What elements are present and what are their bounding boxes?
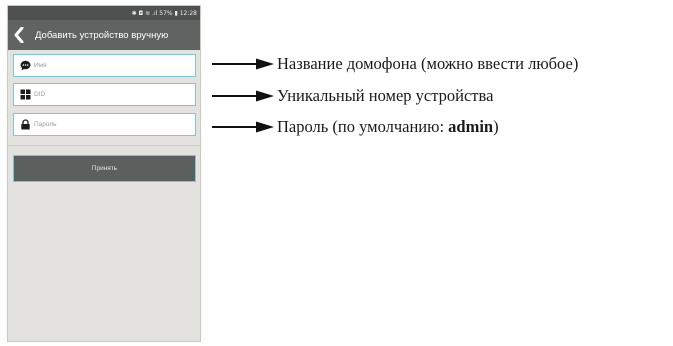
chat-bubble-icon (20, 60, 31, 71)
arrow-right-icon (212, 58, 274, 70)
annotation-did: Уникальный номер устройства (212, 86, 493, 106)
did-field[interactable] (13, 83, 196, 106)
annotation-did-text: Уникальный номер устройства (277, 86, 494, 105)
default-password-value: admin (448, 117, 494, 136)
annotation-password-suffix: ) (493, 117, 499, 136)
chevron-left-icon[interactable] (14, 26, 28, 44)
canvas: ✱ ◘ ≋ .ıl 57% ▮ 12:28 Добавить устройств… (0, 0, 673, 346)
annotation-password-text: Пароль (по умолчанию: admin) (277, 117, 499, 137)
name-field[interactable] (13, 54, 196, 77)
annotation-password: Пароль (по умолчанию: admin) (212, 117, 499, 137)
password-field[interactable] (13, 113, 196, 136)
annotation-name: Название домофона (можно ввести любое) (212, 54, 578, 74)
grid-icon (20, 89, 31, 100)
arrow-right-icon (212, 90, 274, 102)
status-bar-text: ✱ ◘ ≋ .ıl 57% ▮ 12:28 (131, 9, 197, 17)
submit-button[interactable]: Принять (13, 155, 196, 182)
lock-icon (20, 119, 31, 130)
name-input[interactable] (34, 62, 184, 69)
password-input[interactable] (34, 121, 184, 128)
page-title: Добавить устройство вручную (35, 29, 169, 41)
annotation-name-text: Название домофона (можно ввести любое) (277, 54, 579, 73)
annotation-password-prefix: Пароль (по умолчанию: (277, 117, 449, 136)
status-bar: ✱ ◘ ≋ .ıl 57% ▮ 12:28 (8, 6, 200, 20)
did-input[interactable] (34, 91, 184, 98)
divider (8, 145, 200, 146)
phone-screenshot: ✱ ◘ ≋ .ıl 57% ▮ 12:28 Добавить устройств… (7, 5, 201, 342)
arrow-right-icon (212, 121, 274, 133)
app-bar: Добавить устройство вручную (8, 20, 200, 50)
